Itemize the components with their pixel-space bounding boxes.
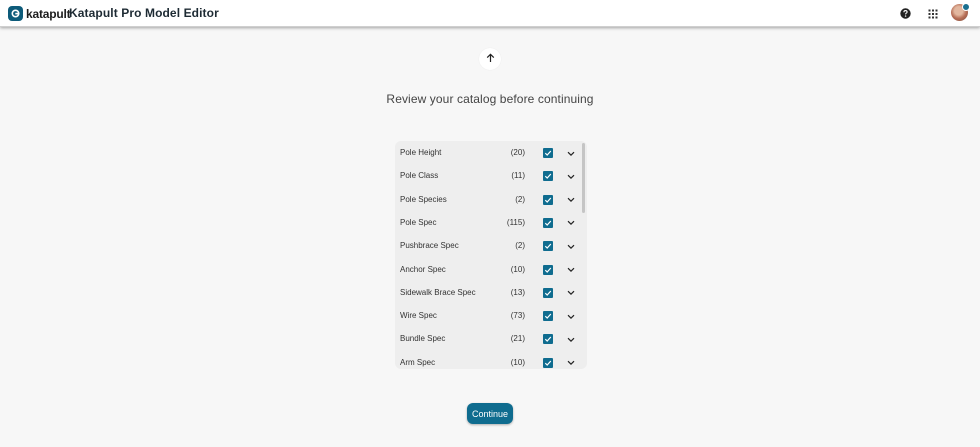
item-count: (13): [510, 287, 525, 297]
top-app-bar: katapult Katapult Pro Model Editor: [0, 0, 980, 27]
item-count: (11): [511, 171, 525, 181]
item-label: Pole Class: [400, 171, 439, 181]
page-heading: Review your catalog before continuing: [386, 92, 594, 106]
item-checkbox[interactable]: [543, 148, 553, 158]
item-count: (20): [510, 148, 525, 157]
item-count: (10): [510, 264, 525, 274]
chevron-down-icon[interactable]: [566, 219, 575, 228]
item-count: (21): [510, 334, 525, 344]
item-count: (73): [510, 311, 525, 321]
list-item: Arm Spec (10): [395, 351, 579, 369]
chevron-down-icon[interactable]: [566, 289, 575, 298]
chevron-down-icon[interactable]: [566, 312, 575, 321]
item-label: Bundle Spec: [400, 334, 446, 344]
item-count: (115): [506, 217, 525, 227]
item-label: Sidewalk Brace Spec: [400, 287, 476, 297]
chevron-down-icon[interactable]: [566, 172, 575, 181]
item-count: (2): [515, 194, 525, 204]
item-label: Anchor Spec: [400, 264, 446, 274]
item-checkbox[interactable]: [543, 334, 553, 345]
item-checkbox[interactable]: [543, 241, 553, 252]
item-checkbox[interactable]: [543, 264, 553, 275]
logo-text: katapult: [26, 6, 71, 21]
list-item: Pole Class (11): [395, 164, 579, 187]
item-checkbox[interactable]: [543, 194, 553, 205]
app-title: Katapult Pro Model Editor: [69, 6, 219, 20]
list-item: Pole Spec (115): [395, 211, 579, 234]
item-label: Pole Spec: [400, 217, 437, 227]
item-label: Arm Spec: [400, 357, 436, 367]
list-item: Bundle Spec (21): [395, 327, 579, 350]
apps-grid-icon[interactable]: [924, 5, 941, 22]
scrollbar-thumb[interactable]: [582, 143, 585, 213]
item-checkbox[interactable]: [543, 217, 553, 228]
list-item: Anchor Spec (10): [395, 258, 579, 281]
chevron-down-icon[interactable]: [566, 196, 575, 205]
katapult-logo-icon: [8, 6, 23, 21]
item-label: Pushbrace Spec: [400, 241, 459, 251]
chevron-down-icon[interactable]: [566, 359, 575, 368]
item-checkbox[interactable]: [543, 311, 553, 322]
help-circle-icon[interactable]: [897, 5, 914, 22]
arrow-up-icon: [486, 50, 495, 68]
chevron-down-icon[interactable]: [566, 242, 575, 251]
continue-button[interactable]: Continue: [467, 403, 513, 424]
chevron-down-icon[interactable]: [566, 266, 575, 275]
item-checkbox[interactable]: [543, 171, 553, 182]
list-item: Sidewalk Brace Spec (13): [395, 281, 579, 304]
item-label: Pole Species: [400, 194, 447, 204]
item-count: (10): [510, 357, 525, 367]
list-item: Pole Height (20): [395, 141, 579, 164]
catalog-list[interactable]: Pole Height (20) Pole Class (11) Pole Sp…: [395, 141, 587, 369]
item-label: Pole Height: [400, 148, 442, 157]
item-checkbox[interactable]: [543, 357, 553, 368]
avatar-badge: [962, 3, 970, 11]
chevron-down-icon[interactable]: [566, 335, 575, 344]
katapult-logo[interactable]: katapult: [8, 5, 71, 22]
list-item: Pole Species (2): [395, 188, 579, 211]
scroll-up-button[interactable]: [479, 48, 501, 70]
chevron-down-icon[interactable]: [566, 149, 575, 158]
item-label: Wire Spec: [400, 311, 437, 321]
list-item: Pushbrace Spec (2): [395, 234, 579, 257]
item-checkbox[interactable]: [543, 287, 553, 298]
list-item: Wire Spec (73): [395, 304, 579, 327]
item-count: (2): [515, 241, 525, 251]
